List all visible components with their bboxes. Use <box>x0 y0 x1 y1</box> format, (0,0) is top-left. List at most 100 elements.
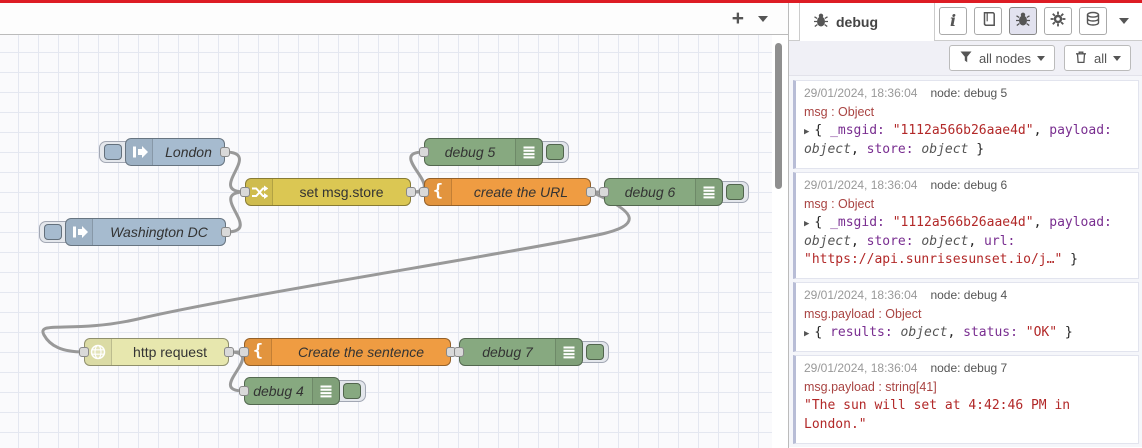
node-http-request[interactable]: http request <box>84 338 229 366</box>
debug-message: 29/01/2024, 18:36:04 node: debug 5 msg : O… <box>793 80 1139 169</box>
expand-caret-icon[interactable]: ▶ <box>804 127 809 137</box>
inject-icon <box>126 139 153 165</box>
flow-canvas[interactable]: London Washington DC set msg.store debug 5 {… <box>0 35 772 448</box>
node-debug-5[interactable]: debug 5 <box>424 138 543 166</box>
message-payload: ▶{ _msgid: "1112a566b26aae4d", payload: … <box>804 123 1112 157</box>
filter-nodes-button[interactable]: all nodes <box>948 45 1055 71</box>
add-flow-button[interactable]: + <box>732 8 744 29</box>
top-accent-bar <box>0 0 1142 3</box>
info-button[interactable]: i <box>939 7 967 35</box>
node-red-app: + London Washington DC set msg.store debug … <box>0 0 1142 448</box>
create-the-url-in-port[interactable] <box>419 187 429 197</box>
debug-toolbar: all nodes all <box>789 41 1142 76</box>
node-label: debug 4 <box>253 383 304 399</box>
node-washington-dc[interactable]: Washington DC <box>65 218 226 246</box>
globe-icon <box>85 339 112 365</box>
create-the-url-out-port[interactable] <box>586 187 596 197</box>
message-meta: 29/01/2024, 18:36:04 node: debug 6 <box>804 178 1130 192</box>
message-payload: ▶{ _msgid: "1112a566b26aae4d", payload: … <box>804 214 1112 268</box>
list-icon <box>555 339 582 365</box>
sidebar-tabbar: debug i <box>789 3 1142 41</box>
node-london[interactable]: London <box>125 138 225 166</box>
chevron-down-icon <box>1036 55 1045 61</box>
message-property: msg : Object <box>804 105 875 119</box>
node-label: London <box>165 144 212 160</box>
button-inner <box>343 383 361 399</box>
wire-create-the-url-to-http-request[interactable] <box>41 190 631 354</box>
message-node-label: node: debug 7 <box>930 361 1008 376</box>
message-property: msg.payload : string[41] <box>804 380 937 395</box>
wire-washington-dc-to-set-msg-store[interactable] <box>224 190 247 234</box>
gear-icon <box>1050 11 1066 32</box>
message-node-label: node: debug 4 <box>930 288 1008 303</box>
wire-london-to-set-msg-store[interactable] <box>223 150 247 194</box>
debug-4-in-port[interactable] <box>239 386 249 396</box>
trash-icon <box>1074 50 1088 67</box>
flow-tab-actions: + <box>732 3 788 34</box>
sidebar-header-buttons: i <box>939 7 1134 35</box>
gear-button[interactable] <box>1044 7 1072 35</box>
debug-sidebar: debug i all nodes all 29/01/2024, 18:36:… <box>788 3 1142 448</box>
filter-nodes-label: all nodes <box>978 50 1031 66</box>
message-timestamp: 29/01/2024, 18:36:04 <box>804 361 918 376</box>
set-msg-store-in-port[interactable] <box>240 187 250 197</box>
message-meta: 29/01/2024, 18:36:04 node: debug 4 <box>804 288 1130 302</box>
washington-dc-out-port[interactable] <box>221 227 231 237</box>
expand-caret-icon[interactable]: ▶ <box>804 219 809 229</box>
create-the-sentence-in-port[interactable] <box>239 347 249 357</box>
node-debug-6[interactable]: debug 6 <box>604 178 723 206</box>
brace-icon: { <box>425 179 452 205</box>
debug-message: 29/01/2024, 18:36:04 node: debug 6 msg : O… <box>793 171 1139 280</box>
tab-debug[interactable]: debug <box>799 3 935 41</box>
brace-icon: { <box>245 339 272 365</box>
node-label: http request <box>133 344 207 360</box>
clear-messages-label: all <box>1093 50 1107 66</box>
canvas-vertical-scrollbar[interactable] <box>775 43 782 189</box>
node-label: Washington DC <box>110 224 208 240</box>
chevron-down-icon <box>1113 55 1121 61</box>
button-inner <box>726 184 744 200</box>
set-msg-store-out-port[interactable] <box>406 187 416 197</box>
london-out-port[interactable] <box>220 147 230 157</box>
node-create-the-sentence[interactable]: { Create the sentence <box>244 338 451 366</box>
wire-set-msg-store-to-debug-5[interactable] <box>409 150 426 194</box>
info-icon: i <box>949 11 957 30</box>
node-label: debug 5 <box>444 144 496 160</box>
list-icon <box>515 139 542 165</box>
debug-6-in-port[interactable] <box>599 187 609 197</box>
clear-messages-button[interactable]: all <box>1063 45 1131 71</box>
tab-debug-label: debug <box>836 14 878 30</box>
inject-icon <box>66 219 93 245</box>
button-inner <box>104 144 122 160</box>
debug-message-list: 29/01/2024, 18:36:04 node: debug 5 msg : O… <box>789 76 1142 447</box>
message-node-label: node: debug 6 <box>930 177 1008 192</box>
filter-icon <box>959 50 973 66</box>
bug-button[interactable] <box>1009 7 1037 35</box>
button-inner <box>546 144 564 160</box>
node-label: Create the sentence <box>297 344 425 360</box>
bug-icon <box>1015 11 1031 32</box>
node-debug-4[interactable]: debug 4 <box>244 377 340 405</box>
node-debug-7[interactable]: debug 7 <box>459 338 583 366</box>
expand-caret-icon[interactable]: ▶ <box>804 329 809 339</box>
list-icon <box>312 378 339 404</box>
debug-7-in-port[interactable] <box>454 347 464 357</box>
message-node-label: node: debug 5 <box>930 86 1008 100</box>
shuffle-icon <box>246 179 273 205</box>
node-create-the-url[interactable]: {create the URL <box>424 178 591 206</box>
http-request-out-port[interactable] <box>224 347 234 357</box>
node-set-msg-store[interactable]: set msg.store <box>245 178 411 206</box>
message-property: msg.payload : Object <box>804 307 922 322</box>
debug-5-in-port[interactable] <box>419 147 429 157</box>
flow-tabbar: + <box>0 3 788 35</box>
sidebar-menu-button[interactable] <box>1114 7 1134 35</box>
http-request-in-port[interactable] <box>79 347 89 357</box>
book-button[interactable] <box>974 7 1002 35</box>
node-label: set msg.store <box>299 184 384 200</box>
database-icon <box>1085 11 1101 32</box>
flow-list-chevron-down-icon[interactable] <box>758 15 768 22</box>
message-timestamp: 29/01/2024, 18:36:04 <box>804 288 918 303</box>
database-button[interactable] <box>1079 7 1107 35</box>
message-property: msg : Object <box>804 196 875 211</box>
node-label: debug 6 <box>624 184 676 200</box>
